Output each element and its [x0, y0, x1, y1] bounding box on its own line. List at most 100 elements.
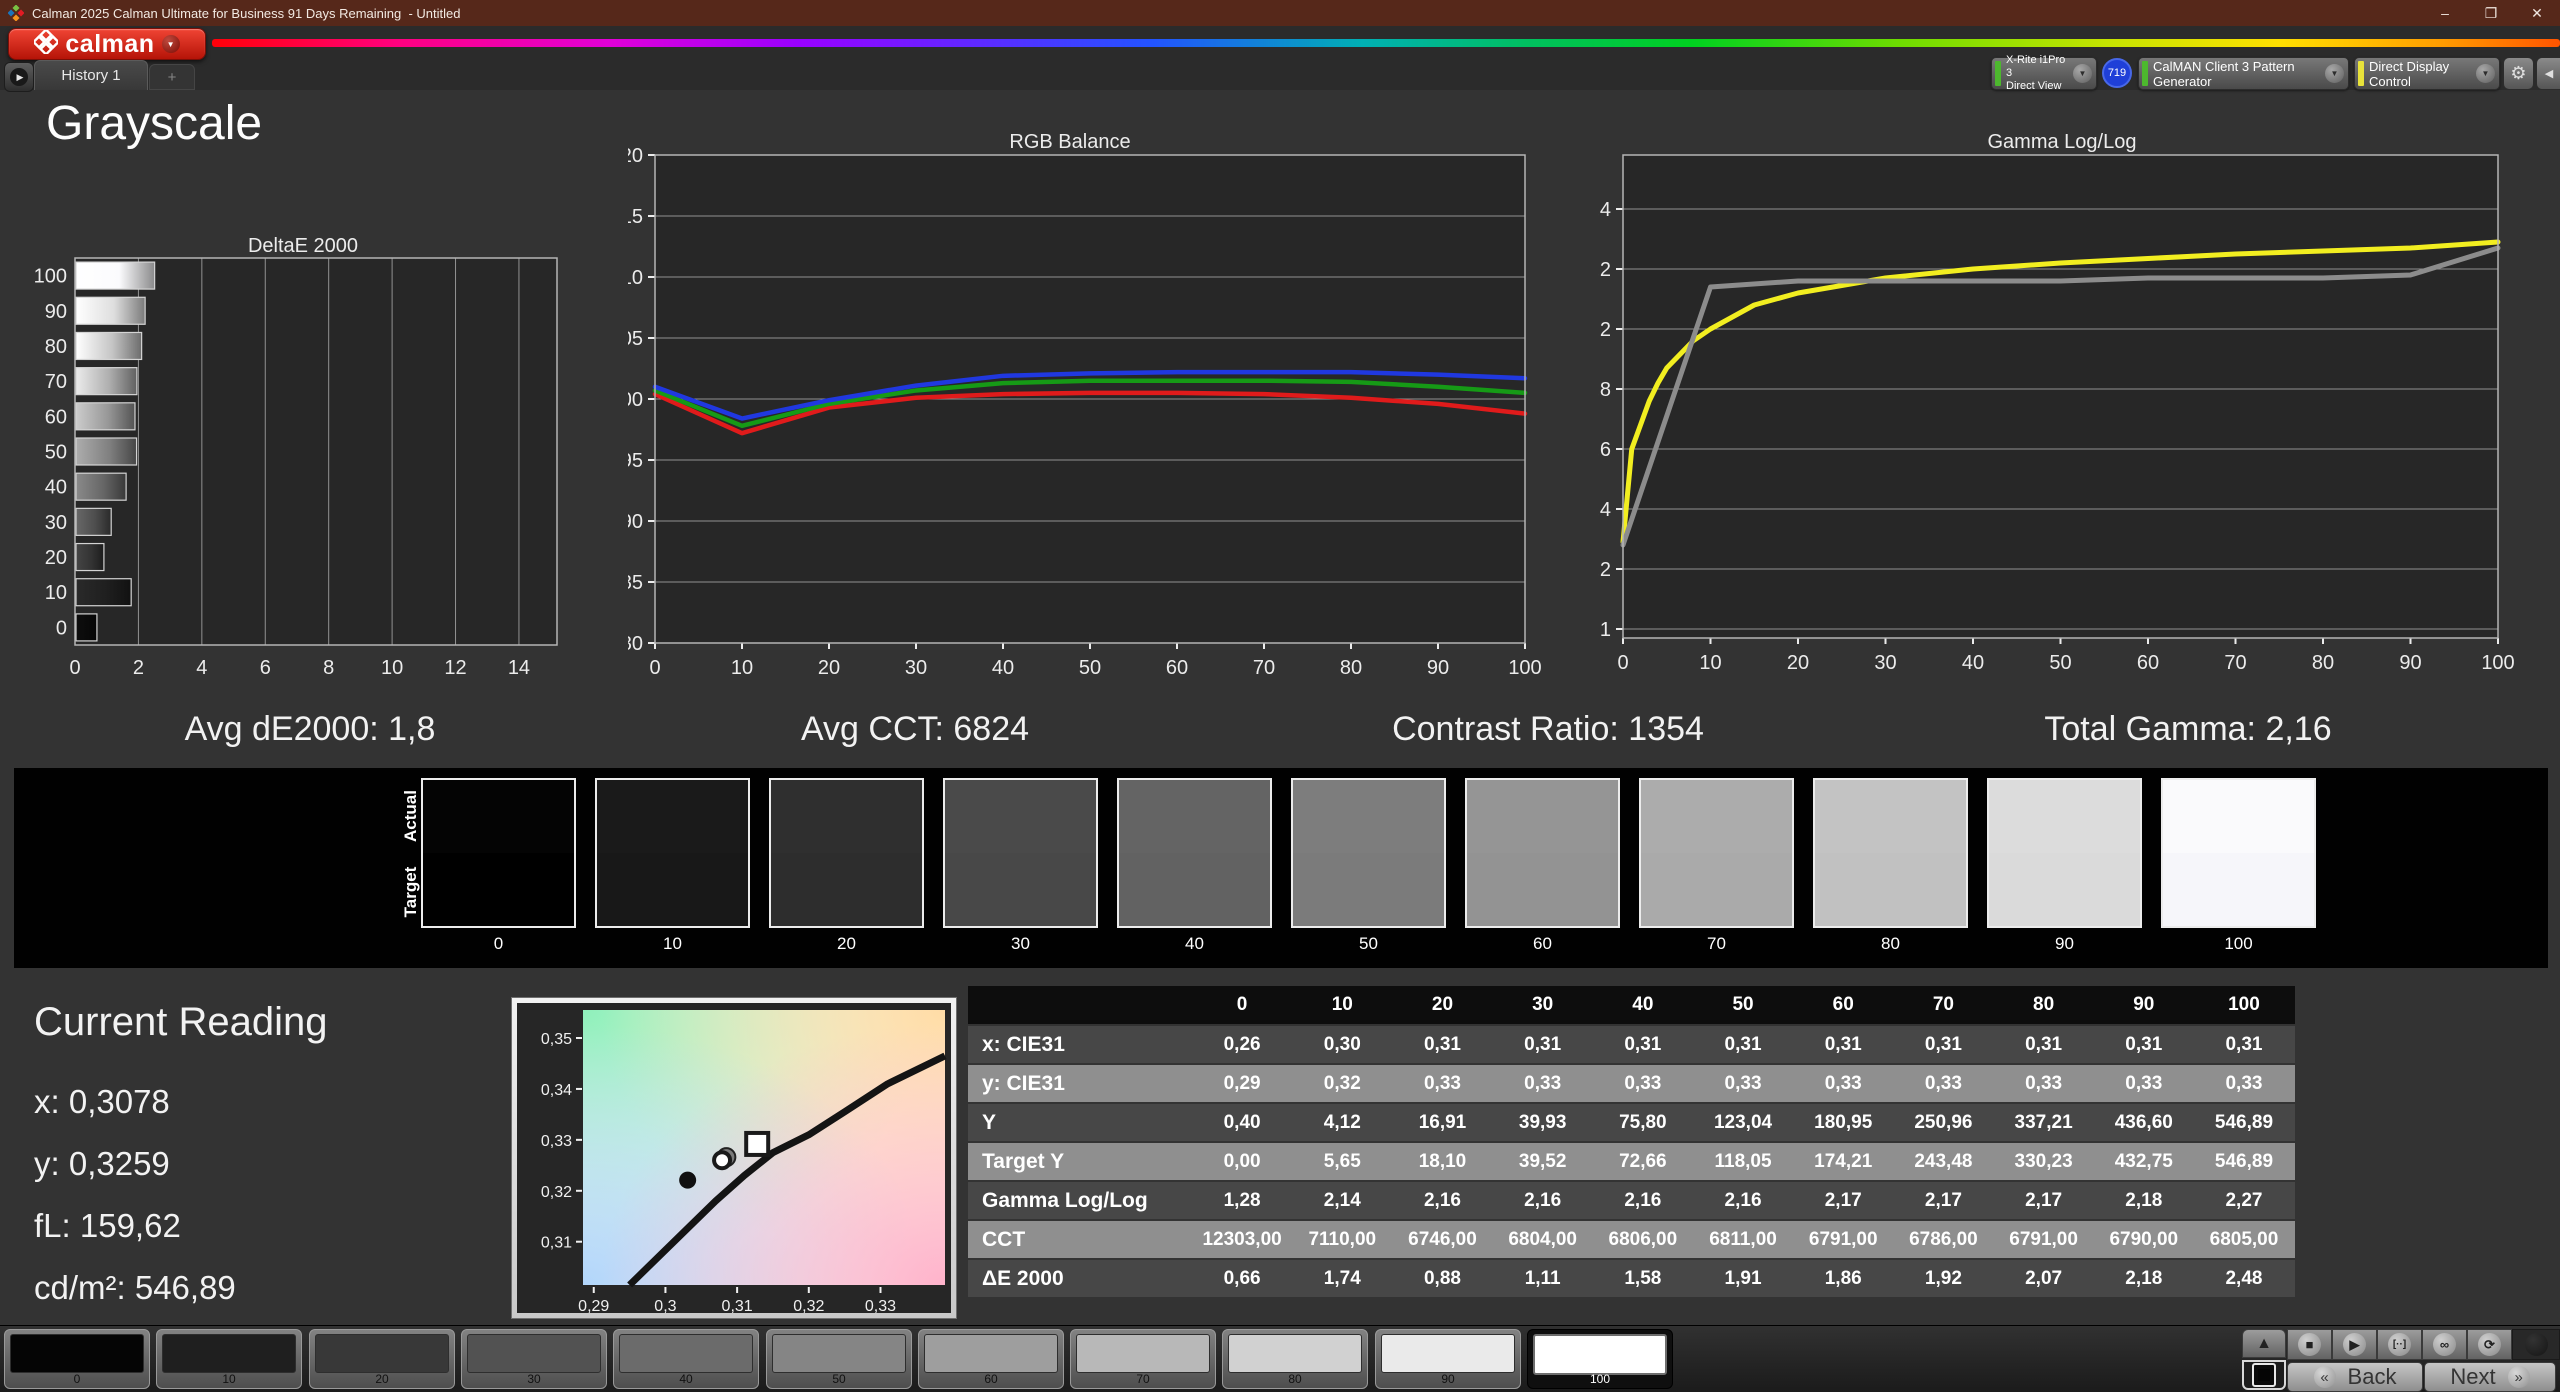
table-row-label: ΔE 2000	[982, 1266, 1064, 1290]
page-title: Grayscale	[46, 97, 263, 150]
loop-button[interactable]: ∞	[2422, 1329, 2467, 1360]
svg-text:80: 80	[628, 633, 643, 655]
table-value-cell: 16,91	[1418, 1111, 1467, 1133]
meter-count-badge[interactable]: 719	[2102, 58, 2132, 88]
pattern-button-10[interactable]: 10	[156, 1329, 302, 1389]
svg-text:0,32: 0,32	[541, 1184, 572, 1201]
next-button[interactable]: Next »	[2424, 1362, 2556, 1392]
table-row-label: Y	[982, 1110, 997, 1134]
table-value-cell: 2,17	[1924, 1189, 1962, 1211]
table-value-cell: 2,14	[1323, 1189, 1361, 1211]
table-value-cell: 1,58	[1624, 1267, 1662, 1289]
pattern-button-80[interactable]: 80	[1222, 1329, 1368, 1389]
disabled-slot-button	[2512, 1329, 2560, 1360]
window-controls: – ❐ ✕	[2422, 0, 2560, 26]
svg-text:90: 90	[45, 301, 67, 323]
minimize-button[interactable]: –	[2422, 0, 2468, 26]
table-corner-cell	[968, 986, 1192, 1024]
arrow-right-icon: ▶	[10, 68, 28, 86]
gear-icon: ⚙	[2510, 63, 2527, 83]
stop-button[interactable]: ■	[2287, 1329, 2332, 1360]
table-value-cell: 243,48	[1914, 1150, 1973, 1172]
svg-text:70: 70	[45, 371, 67, 393]
pattern-label: 20	[375, 1372, 389, 1386]
svg-text:0,29: 0,29	[578, 1298, 609, 1313]
play-button[interactable]: ▶	[2332, 1329, 2377, 1360]
pattern-button-0[interactable]: 0	[4, 1329, 150, 1389]
table-value-cell: 1,91	[1724, 1267, 1762, 1289]
table-value-cell: 6806,00	[1608, 1228, 1678, 1250]
settings-gear-button[interactable]: ⚙	[2503, 57, 2534, 90]
table-row-label: CCT	[982, 1227, 1026, 1251]
pattern-chip	[1076, 1334, 1210, 1373]
pattern-button-30[interactable]: 30	[461, 1329, 607, 1389]
step-button[interactable]: [··]	[2377, 1329, 2422, 1360]
table-row: Y 0,40 4,12 16,91 39,93 75,80 123,04 180,95 250,…	[968, 1104, 2295, 1141]
pattern-bar: 0 10 20 30 40 50 60 70 80 90 100 ▲ ■ ▶ [··] ∞ ⟳ « …	[0, 1325, 2560, 1392]
svg-text:10: 10	[731, 657, 753, 679]
collapse-panel-button[interactable]: ◀	[2536, 57, 2560, 90]
pattern-button-20[interactable]: 20	[309, 1329, 455, 1389]
svg-text:20: 20	[45, 547, 67, 569]
svg-text:0,31: 0,31	[541, 1235, 572, 1252]
pattern-button-50[interactable]: 50	[766, 1329, 912, 1389]
svg-text:8: 8	[323, 657, 334, 679]
add-tab-button[interactable]: +	[149, 64, 195, 90]
pattern-button-60[interactable]: 60	[918, 1329, 1064, 1389]
pattern-label: 0	[73, 1372, 81, 1386]
svg-text:1,6: 1,6	[1598, 439, 1611, 461]
reading-x: x: 0,3078	[34, 1083, 170, 1120]
table-value-cell: 0,33	[1924, 1072, 1962, 1094]
svg-text:14: 14	[508, 657, 530, 679]
tab-label: History 1	[61, 67, 121, 84]
table-value-cell: 0,33	[1724, 1072, 1762, 1094]
svg-text:110: 110	[628, 267, 643, 289]
svg-text:40: 40	[992, 657, 1014, 679]
svg-text:40: 40	[1962, 652, 1984, 674]
svg-text:100: 100	[2481, 652, 2514, 674]
app-header: calman ▼ ▶ History 1 + X-Rite i1Pro 3 Di…	[0, 26, 2560, 92]
table-value-cell: 6804,00	[1508, 1228, 1577, 1250]
pattern-button-90[interactable]: 90	[1375, 1329, 1521, 1389]
rgb-balance-chart: RGB Balance 80 85 90 95 100 105 110 115 120 0 10 20 3…	[628, 131, 1542, 679]
contrast-ratio-stat: Contrast Ratio: 1354	[1392, 710, 1704, 748]
table-value-cell: 2,16	[1724, 1189, 1762, 1211]
table-value-cell: 0,66	[1223, 1267, 1261, 1289]
pattern-chip	[924, 1334, 1058, 1373]
table-value-cell: 546,89	[2214, 1150, 2274, 1172]
pattern-button-100[interactable]: 100	[1527, 1329, 1673, 1389]
display-control-status-bar	[2358, 61, 2364, 86]
calman-menu-button[interactable]: calman ▼	[8, 27, 206, 60]
pattern-label: 50	[832, 1372, 846, 1386]
pattern-label: 10	[222, 1372, 236, 1386]
history-nav-button[interactable]: ▶	[4, 62, 34, 92]
display-control-dropdown[interactable]: Direct Display Control ▼	[2354, 57, 2500, 90]
table-value-cell: 6786,00	[1909, 1228, 1978, 1250]
pattern-generator-dropdown[interactable]: CalMAN Client 3 Pattern Generator ▼	[2138, 57, 2349, 90]
back-button[interactable]: « Back	[2287, 1362, 2423, 1392]
pattern-window-button[interactable]	[2242, 1360, 2286, 1390]
table-column-header: 90	[2133, 994, 2155, 1015]
table-value-cell: 118,05	[1714, 1150, 1772, 1172]
grayscale-swatch-60	[1465, 778, 1620, 928]
tab-history-1[interactable]: History 1	[34, 60, 148, 90]
pattern-label: 40	[679, 1372, 693, 1386]
restore-button[interactable]: ❐	[2468, 0, 2514, 26]
close-button[interactable]: ✕	[2514, 0, 2560, 26]
refresh-button[interactable]: ⟳	[2467, 1329, 2512, 1360]
arrow-up-icon: ▲	[2256, 1334, 2272, 1352]
pattern-levels-up-button[interactable]: ▲	[2242, 1329, 2286, 1358]
meter-dropdown[interactable]: X-Rite i1Pro 3 Direct View ▼	[1991, 54, 2097, 92]
table-value-cell: 180,95	[1814, 1111, 1873, 1133]
table-value-cell: 6811,00	[1709, 1228, 1777, 1250]
pattern-button-40[interactable]: 40	[613, 1329, 759, 1389]
pattern-button-70[interactable]: 70	[1070, 1329, 1216, 1389]
svg-text:0: 0	[1617, 652, 1628, 674]
grayscale-swatch-strip: Actual Target 0 10 20 30 40 50 60 70 80 90 100	[14, 768, 2548, 968]
svg-text:0,31: 0,31	[722, 1298, 753, 1313]
calman-app-icon	[7, 4, 25, 22]
table-value-cell: 12303,00	[1202, 1228, 1282, 1250]
svg-text:80: 80	[2312, 652, 2334, 674]
svg-text:Gamma Log/Log: Gamma Log/Log	[1988, 131, 2137, 153]
svg-text:0,34: 0,34	[541, 1082, 572, 1099]
